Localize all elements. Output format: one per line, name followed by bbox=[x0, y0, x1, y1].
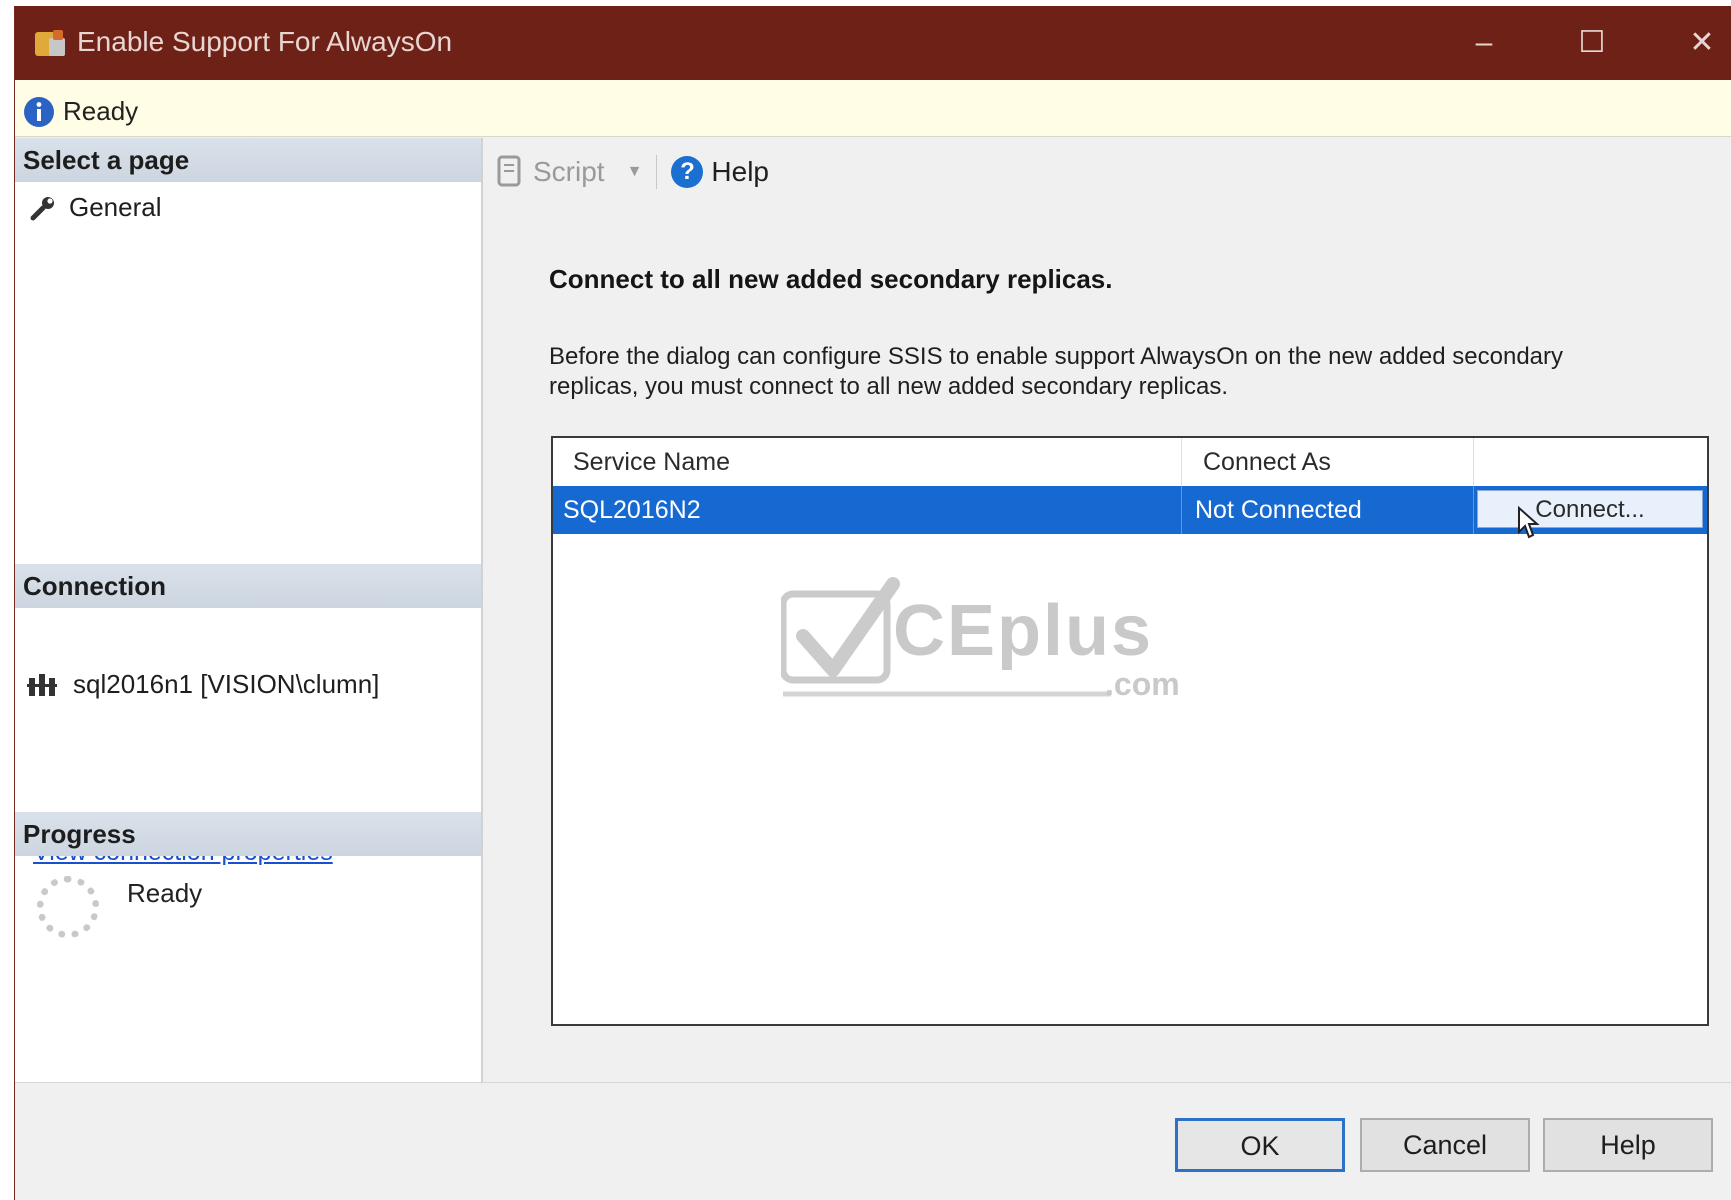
row-divider bbox=[1473, 486, 1474, 534]
dialog-window: Enable Support For AlwaysOn – ☐ ✕ Ready … bbox=[14, 6, 1731, 1200]
connection-server-text: sql2016n1 [VISION\clumn] bbox=[73, 668, 380, 699]
help-button[interactable]: Help bbox=[1543, 1118, 1713, 1172]
script-label: Script bbox=[533, 156, 605, 187]
left-navigation-panel: Select a page General Connection sql2016… bbox=[15, 138, 483, 1082]
minimize-button[interactable]: – bbox=[1455, 20, 1513, 66]
select-page-header: Select a page bbox=[15, 138, 481, 182]
script-icon bbox=[497, 155, 521, 187]
wrench-icon bbox=[30, 196, 54, 220]
connection-info: sql2016n1 [VISION\clumn] bbox=[25, 668, 379, 700]
column-divider bbox=[1473, 438, 1474, 486]
watermark-text: CEplus bbox=[893, 591, 1154, 671]
help-icon: ? bbox=[671, 156, 704, 188]
toolbar-help-button[interactable]: ? Help bbox=[671, 156, 769, 188]
page-item-general[interactable]: General bbox=[29, 192, 162, 223]
table-row[interactable]: SQL2016N2 Not Connected Connect... bbox=[553, 486, 1707, 539]
progress-status-text: Ready bbox=[127, 878, 203, 908]
script-dropdown-arrow-icon[interactable]: ▼ bbox=[627, 163, 643, 181]
progress-header: Progress bbox=[15, 812, 481, 856]
cancel-button[interactable]: Cancel bbox=[1360, 1118, 1530, 1172]
connection-header: Connection bbox=[15, 564, 481, 608]
ok-button[interactable]: OK bbox=[1175, 1118, 1345, 1172]
mouse-cursor-icon bbox=[1518, 506, 1540, 539]
page-description: Before the dialog can configure SSIS to … bbox=[549, 343, 1563, 400]
replicas-grid: Service Name Connect As SQL2016N2 Not Co… bbox=[551, 436, 1709, 1026]
toolbar: Script ▼ ? Help bbox=[495, 152, 769, 192]
row-divider bbox=[1181, 486, 1182, 534]
footer-divider bbox=[15, 1082, 1731, 1083]
server-connection-icon bbox=[27, 674, 57, 696]
grid-header-row: Service Name Connect As bbox=[553, 438, 1707, 487]
toolbar-help-label: Help bbox=[711, 156, 770, 187]
service-name-cell: SQL2016N2 bbox=[563, 496, 701, 524]
script-button[interactable]: Script ▼ bbox=[495, 155, 642, 189]
maximize-button[interactable]: ☐ bbox=[1563, 20, 1621, 66]
page-heading: Connect to all new added secondary repli… bbox=[549, 264, 1113, 294]
progress-spinner-icon bbox=[37, 876, 99, 938]
column-header-connect-as[interactable]: Connect As bbox=[1203, 448, 1331, 477]
toolbar-separator bbox=[656, 155, 658, 189]
info-icon bbox=[24, 97, 54, 127]
status-info-bar bbox=[15, 80, 1731, 137]
column-header-service-name[interactable]: Service Name bbox=[573, 448, 730, 477]
info-status-text: Ready bbox=[63, 96, 139, 126]
close-button[interactable]: ✕ bbox=[1673, 20, 1731, 66]
connect-as-cell: Not Connected bbox=[1195, 496, 1362, 524]
watermark-domain: .com bbox=[1105, 666, 1180, 702]
page-item-label: General bbox=[69, 192, 162, 222]
connect-button[interactable]: Connect... bbox=[1477, 490, 1703, 528]
column-divider bbox=[1181, 438, 1182, 486]
window-title: Enable Support For AlwaysOn bbox=[77, 26, 453, 57]
app-icon bbox=[35, 30, 65, 56]
title-bar: Enable Support For AlwaysOn – ☐ ✕ bbox=[15, 6, 1731, 80]
